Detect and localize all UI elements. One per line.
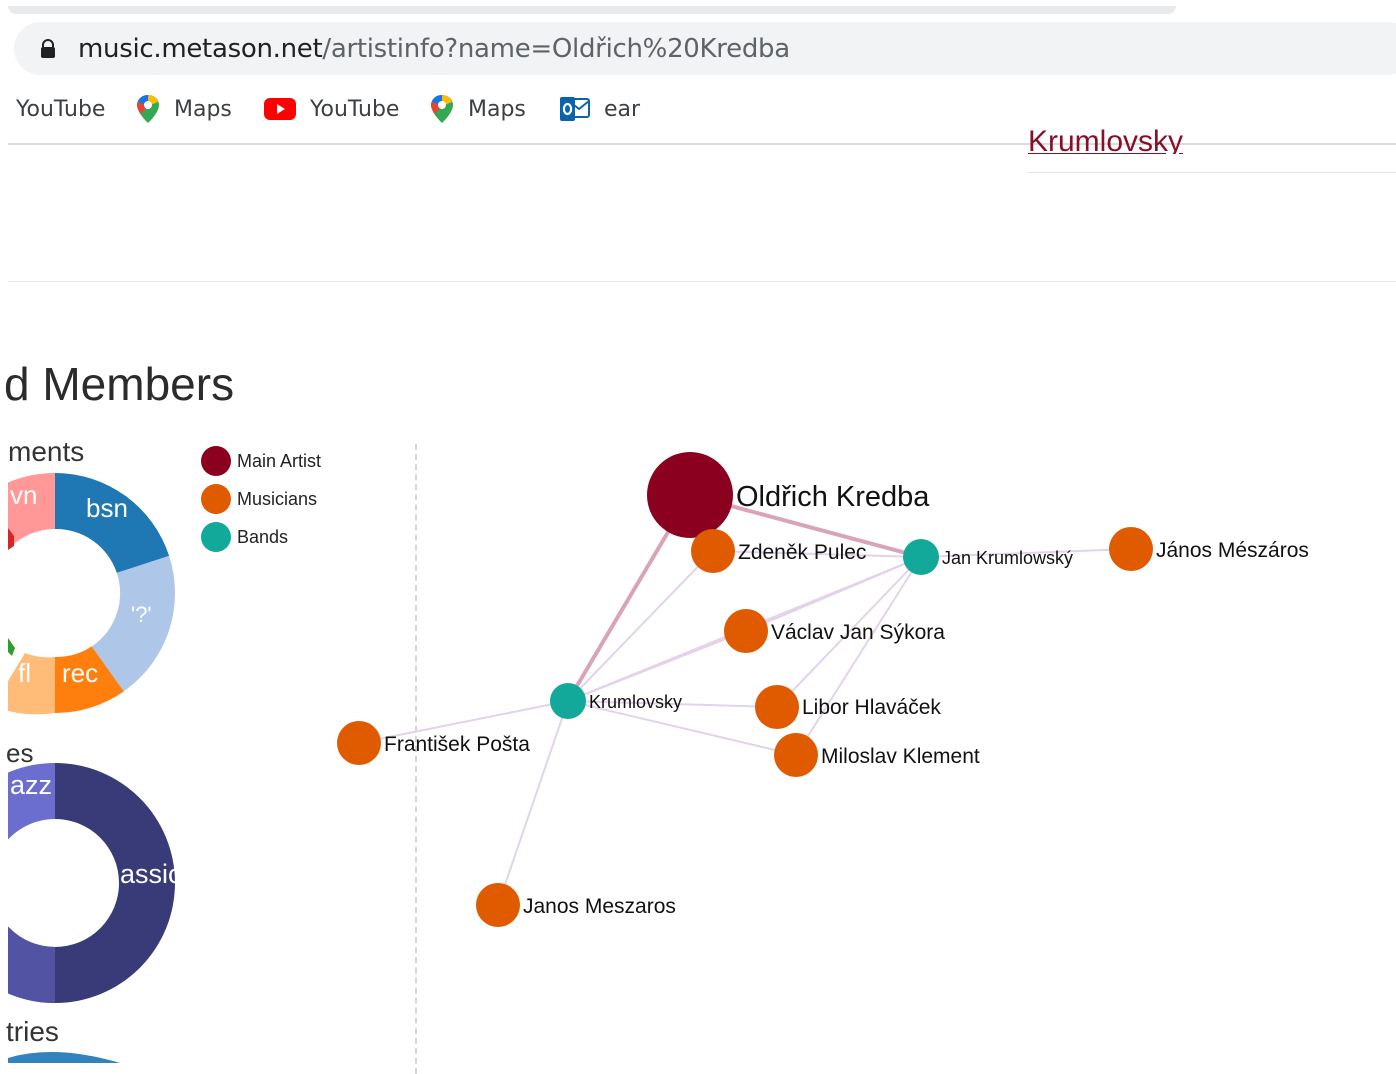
node-label[interactable]: János Mészáros [1156,539,1309,562]
node-label[interactable]: Libor Hlaváček [802,696,941,719]
node-band[interactable] [903,539,939,575]
link [795,556,922,756]
graph-nodes [337,452,1153,927]
node-label[interactable]: Václav Jan Sýkora [771,621,945,644]
node-musician[interactable] [691,529,735,573]
node-musician[interactable] [1109,527,1153,571]
link [567,630,747,702]
node-label[interactable]: Oldřich Kredba [736,481,930,513]
node-label[interactable]: Janos Meszaros [523,895,676,918]
node-label[interactable]: Krumlovsky [589,692,682,712]
node-musician[interactable] [337,721,381,765]
node-musician[interactable] [755,685,799,729]
node-label[interactable]: Zdeněk Pulec [738,541,866,564]
node-label[interactable]: František Pošta [384,733,530,756]
band-network-graph: Oldřich Kredba Zdeněk Pulec Jan Krumlows… [337,452,1309,927]
link [497,700,569,906]
node-musician[interactable] [724,609,768,653]
node-label[interactable]: Jan Krumlowský [942,548,1073,568]
link [567,550,714,702]
node-label[interactable]: Miloslav Klement [821,745,980,768]
node-main-artist[interactable] [647,452,733,538]
node-band[interactable] [550,683,586,719]
node-musician[interactable] [774,733,818,777]
node-musician[interactable] [476,883,520,927]
graph-labels: Oldřich Kredba Zdeněk Pulec Jan Krumlows… [384,481,1309,918]
